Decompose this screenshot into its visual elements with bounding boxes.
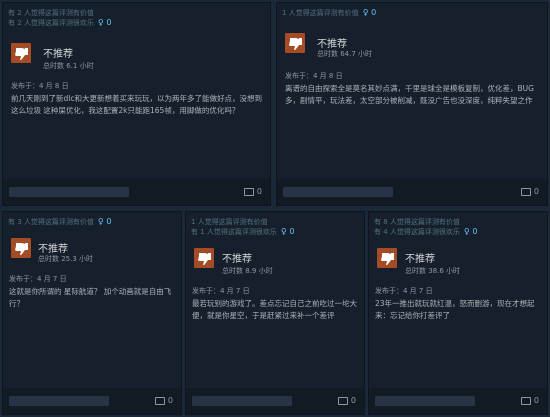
playtime: 总时数 6.1 小时 bbox=[43, 62, 94, 70]
thumbs-down-icon bbox=[285, 33, 305, 53]
thumbs-down-icon bbox=[377, 248, 397, 268]
review-card: 有 3 人觉得这篇评测有价值 ♀ 0 不推荐 总时数 25.3 小时 发布于：4 … bbox=[2, 211, 182, 415]
award-count: 0 bbox=[289, 227, 295, 236]
post-date: 发布于：4 月 7 日 bbox=[192, 287, 250, 295]
helpful-info: 1 人觉得这篇评测有价值 有 1 人觉得这篇评测很欢乐 ♀ 0 bbox=[191, 217, 359, 237]
review-text: 最若玩别的游戏了。差点忘记自己之前吃过一坨大便，就是你星空，于是赶紧过来补一个差… bbox=[192, 299, 357, 320]
helpful-info: 1 人觉得这篇评测有价值 ♀ 0 bbox=[282, 8, 542, 18]
comment-icon bbox=[337, 396, 348, 405]
playtime: 总时数 25.3 小时 bbox=[38, 255, 94, 263]
funny-count: 有 2 人觉得这篇评测很欢乐 bbox=[8, 19, 94, 27]
review-card: 有 2 人觉得这篇评测有价值 有 2 人觉得这篇评测很欢乐 ♀ 0 不推荐 总时数… bbox=[2, 2, 271, 206]
review-footer: 0 bbox=[3, 179, 270, 205]
helpful-count: 有 3 人觉得这篇评测有价值 bbox=[8, 218, 94, 226]
playtime: 总时数 8.9 小时 bbox=[222, 267, 273, 275]
comment-button[interactable]: 0 bbox=[520, 396, 539, 405]
review-text: 23年一推出就玩就红温，怒而删游，现在才想起来：忘记给你打差评了 bbox=[375, 299, 535, 320]
award-icon[interactable]: ♀ 0 bbox=[281, 227, 295, 237]
helpful-info: 有 8 人觉得这篇评测有价值 有 4 人觉得这篇评测很欢乐 ♀ 0 bbox=[374, 217, 542, 237]
comment-button[interactable]: 0 bbox=[520, 187, 539, 196]
post-date: 发布于：4 月 7 日 bbox=[375, 287, 433, 295]
review-verdict[interactable]: 不推荐 bbox=[222, 250, 252, 265]
helpful-count: 有 8 人觉得这篇评测有价值 bbox=[374, 218, 460, 226]
review-verdict[interactable]: 不推荐 bbox=[43, 45, 73, 60]
award-icon[interactable]: ♀ 0 bbox=[98, 217, 112, 227]
post-date: 发布于：4 月 8 日 bbox=[11, 82, 69, 90]
comment-icon bbox=[243, 187, 254, 196]
comment-count: 0 bbox=[350, 396, 356, 405]
comment-count: 0 bbox=[256, 187, 262, 196]
helpful-count: 1 人觉得这篇评测有价值 bbox=[191, 218, 268, 226]
helpful-info: 有 3 人觉得这篇评测有价值 ♀ 0 bbox=[8, 217, 176, 227]
comment-button[interactable]: 0 bbox=[154, 396, 173, 405]
award-count: 0 bbox=[106, 217, 112, 226]
reviewer-info[interactable] bbox=[375, 396, 475, 406]
playtime: 总时数 38.6 小时 bbox=[405, 267, 461, 275]
helpful-info: 有 2 人觉得这篇评测有价值 有 2 人觉得这篇评测很欢乐 ♀ 0 bbox=[8, 8, 265, 28]
comment-icon bbox=[520, 396, 531, 405]
reviewer-info[interactable] bbox=[192, 396, 292, 406]
reviewer-info[interactable] bbox=[9, 396, 109, 406]
helpful-count: 有 2 人觉得这篇评测有价值 bbox=[8, 9, 94, 17]
thumbs-down-icon bbox=[194, 248, 214, 268]
review-text: 离谱的自由探索全是莫名其妙点满，千里是球全是模板复制，优化差，BUG多，剧情平，… bbox=[285, 84, 534, 105]
review-footer: 0 bbox=[186, 388, 364, 414]
thumbs-down-icon bbox=[11, 43, 31, 63]
award-icon[interactable]: ♀ 0 bbox=[98, 18, 112, 28]
review-card: 有 8 人觉得这篇评测有价值 有 4 人觉得这篇评测很欢乐 ♀ 0 不推荐 总时数… bbox=[368, 211, 548, 415]
award-count: 0 bbox=[472, 227, 478, 236]
review-card: 1 人觉得这篇评测有价值 ♀ 0 不推荐 总时数 64.7 小时 发布于：4 月 … bbox=[276, 2, 548, 206]
comment-icon bbox=[520, 187, 531, 196]
review-text: 这就是你所谓的 星际航道？ 加个动画就是自由飞行？ bbox=[9, 287, 172, 308]
review-footer: 0 bbox=[3, 388, 181, 414]
review-text: 前几天刚到了新dlc和大更新想着买来玩玩，以为两年多了能做好点，没想到这么垃圾 … bbox=[11, 94, 262, 115]
comment-count: 0 bbox=[533, 396, 539, 405]
reviewer-info[interactable] bbox=[9, 187, 129, 197]
comment-button[interactable]: 0 bbox=[337, 396, 356, 405]
award-count: 0 bbox=[371, 8, 377, 17]
comment-count: 0 bbox=[167, 396, 173, 405]
comment-icon bbox=[154, 396, 165, 405]
review-verdict[interactable]: 不推荐 bbox=[38, 240, 68, 255]
comment-count: 0 bbox=[533, 187, 539, 196]
award-count: 0 bbox=[106, 18, 112, 27]
award-icon[interactable]: ♀ 0 bbox=[464, 227, 478, 237]
post-date: 发布于：4 月 7 日 bbox=[9, 275, 67, 283]
post-date: 发布于：4 月 8 日 bbox=[285, 72, 343, 80]
funny-count: 有 1 人觉得这篇评测很欢乐 bbox=[191, 228, 277, 236]
review-footer: 0 bbox=[369, 388, 547, 414]
comment-button[interactable]: 0 bbox=[243, 187, 262, 196]
reviewer-info[interactable] bbox=[283, 187, 393, 197]
thumbs-down-icon bbox=[11, 238, 31, 258]
helpful-count: 1 人觉得这篇评测有价值 bbox=[282, 9, 359, 17]
review-verdict[interactable]: 不推荐 bbox=[405, 250, 435, 265]
award-icon[interactable]: ♀ 0 bbox=[363, 8, 377, 18]
review-verdict[interactable]: 不推荐 bbox=[317, 35, 347, 50]
review-card: 1 人觉得这篇评测有价值 有 1 人觉得这篇评测很欢乐 ♀ 0 不推荐 总时数 8… bbox=[185, 211, 365, 415]
review-footer: 0 bbox=[277, 179, 547, 205]
playtime: 总时数 64.7 小时 bbox=[317, 50, 373, 58]
funny-count: 有 4 人觉得这篇评测很欢乐 bbox=[374, 228, 460, 236]
